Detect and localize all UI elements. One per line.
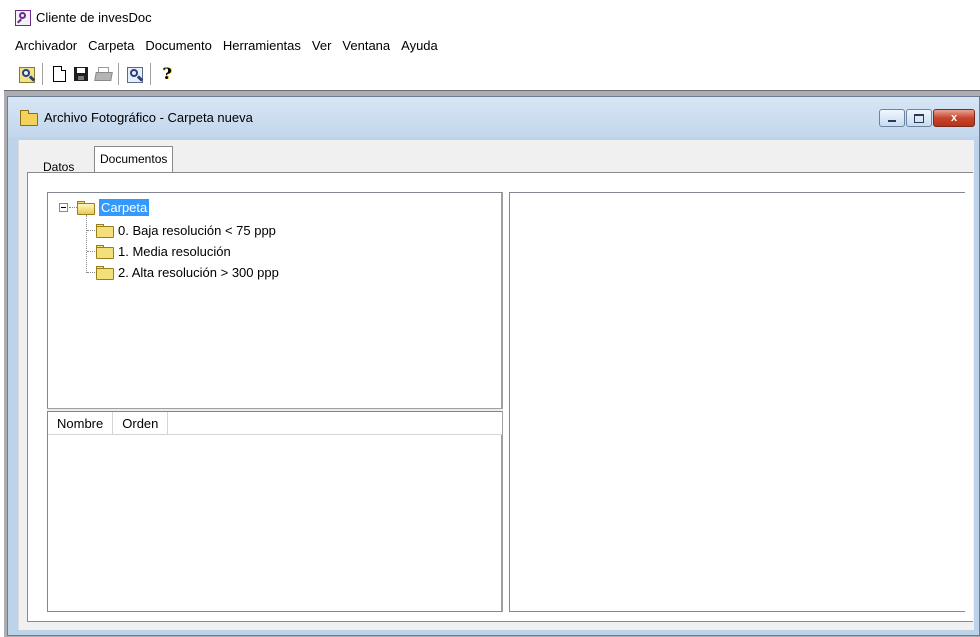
tree-line (87, 230, 95, 231)
search-icon (19, 66, 36, 83)
tree-line (87, 272, 95, 273)
toolbar-separator (118, 63, 120, 85)
folder-tree[interactable]: Carpeta 0. Baja resolución < 75 ppp 1. M… (47, 192, 503, 411)
tab-documentos[interactable]: Documentos (94, 146, 174, 173)
new-document-button[interactable] (48, 63, 70, 85)
new-document-icon (52, 66, 66, 82)
app-title: Cliente de invesDoc (36, 10, 152, 25)
tree-line (86, 215, 87, 273)
toolbar: ? (0, 58, 980, 90)
child-window-title: Archivo Fotográfico - Carpeta nueva (44, 110, 253, 125)
tab-datos[interactable]: Datos (38, 150, 79, 174)
app-title-bar: Cliente de invesDoc (0, 0, 980, 32)
menu-ayuda[interactable]: Ayuda (398, 34, 441, 56)
window-controls: x (878, 109, 975, 127)
maximize-icon (914, 113, 924, 123)
menu-herramientas[interactable]: Herramientas (220, 34, 304, 56)
menu-bar: Archivador Carpeta Documento Herramienta… (0, 34, 446, 56)
menu-ver[interactable]: Ver (309, 34, 335, 56)
tree-item-label: 2. Alta resolución > 300 ppp (118, 264, 279, 280)
folder-open-icon (77, 201, 95, 215)
menu-documento[interactable]: Documento (142, 34, 214, 56)
child-window: Archivo Fotográfico - Carpeta nueva x Da… (7, 96, 980, 636)
menu-ventana[interactable]: Ventana (339, 34, 393, 56)
column-header-nombre[interactable]: Nombre (48, 412, 114, 434)
app-logo-icon (15, 10, 31, 26)
menu-carpeta[interactable]: Carpeta (85, 34, 137, 56)
toolbar-separator (150, 63, 152, 85)
folder-icon (96, 224, 114, 238)
minimize-icon (888, 119, 896, 122)
tree-item-root[interactable]: Carpeta (77, 198, 150, 216)
preview-button[interactable] (124, 63, 146, 85)
menu-archivador[interactable]: Archivador (12, 34, 80, 56)
maximize-button[interactable] (906, 109, 932, 127)
child-window-title-bar[interactable]: Archivo Fotográfico - Carpeta nueva x (8, 97, 979, 137)
preview-icon (127, 66, 144, 83)
print-icon (94, 67, 113, 81)
tree-item-label: 0. Baja resolución < 75 ppp (118, 222, 276, 238)
tree-item-label: Carpeta (99, 198, 150, 216)
help-icon: ? (162, 64, 172, 83)
close-icon: x (950, 112, 958, 124)
folder-icon (96, 266, 114, 280)
search-button[interactable] (16, 63, 38, 85)
tree-item-label: 1. Media resolución (118, 243, 231, 259)
folder-icon (20, 110, 38, 126)
close-button[interactable]: x (933, 109, 975, 127)
help-button[interactable]: ? (156, 63, 178, 85)
document-list[interactable]: Nombre Orden (47, 411, 503, 612)
tree-line (69, 207, 77, 208)
minimize-button[interactable] (879, 109, 905, 127)
child-client-area: Datos Documentos Carpeta 0. Baja resoluc… (18, 140, 974, 630)
save-button[interactable] (70, 63, 92, 85)
tree-line (87, 251, 95, 252)
tree-item[interactable]: 0. Baja resolución < 75 ppp (96, 221, 276, 239)
preview-pane[interactable] (509, 192, 965, 612)
print-button[interactable] (92, 63, 114, 85)
collapse-toggle-icon[interactable] (59, 203, 68, 212)
toolbar-separator (42, 63, 44, 85)
folder-icon (96, 245, 114, 259)
tree-item[interactable]: 1. Media resolución (96, 242, 231, 260)
tree-item[interactable]: 2. Alta resolución > 300 ppp (96, 263, 279, 281)
list-header: Nombre Orden (48, 412, 502, 435)
column-header-orden[interactable]: Orden (113, 412, 169, 434)
save-icon (74, 67, 88, 81)
